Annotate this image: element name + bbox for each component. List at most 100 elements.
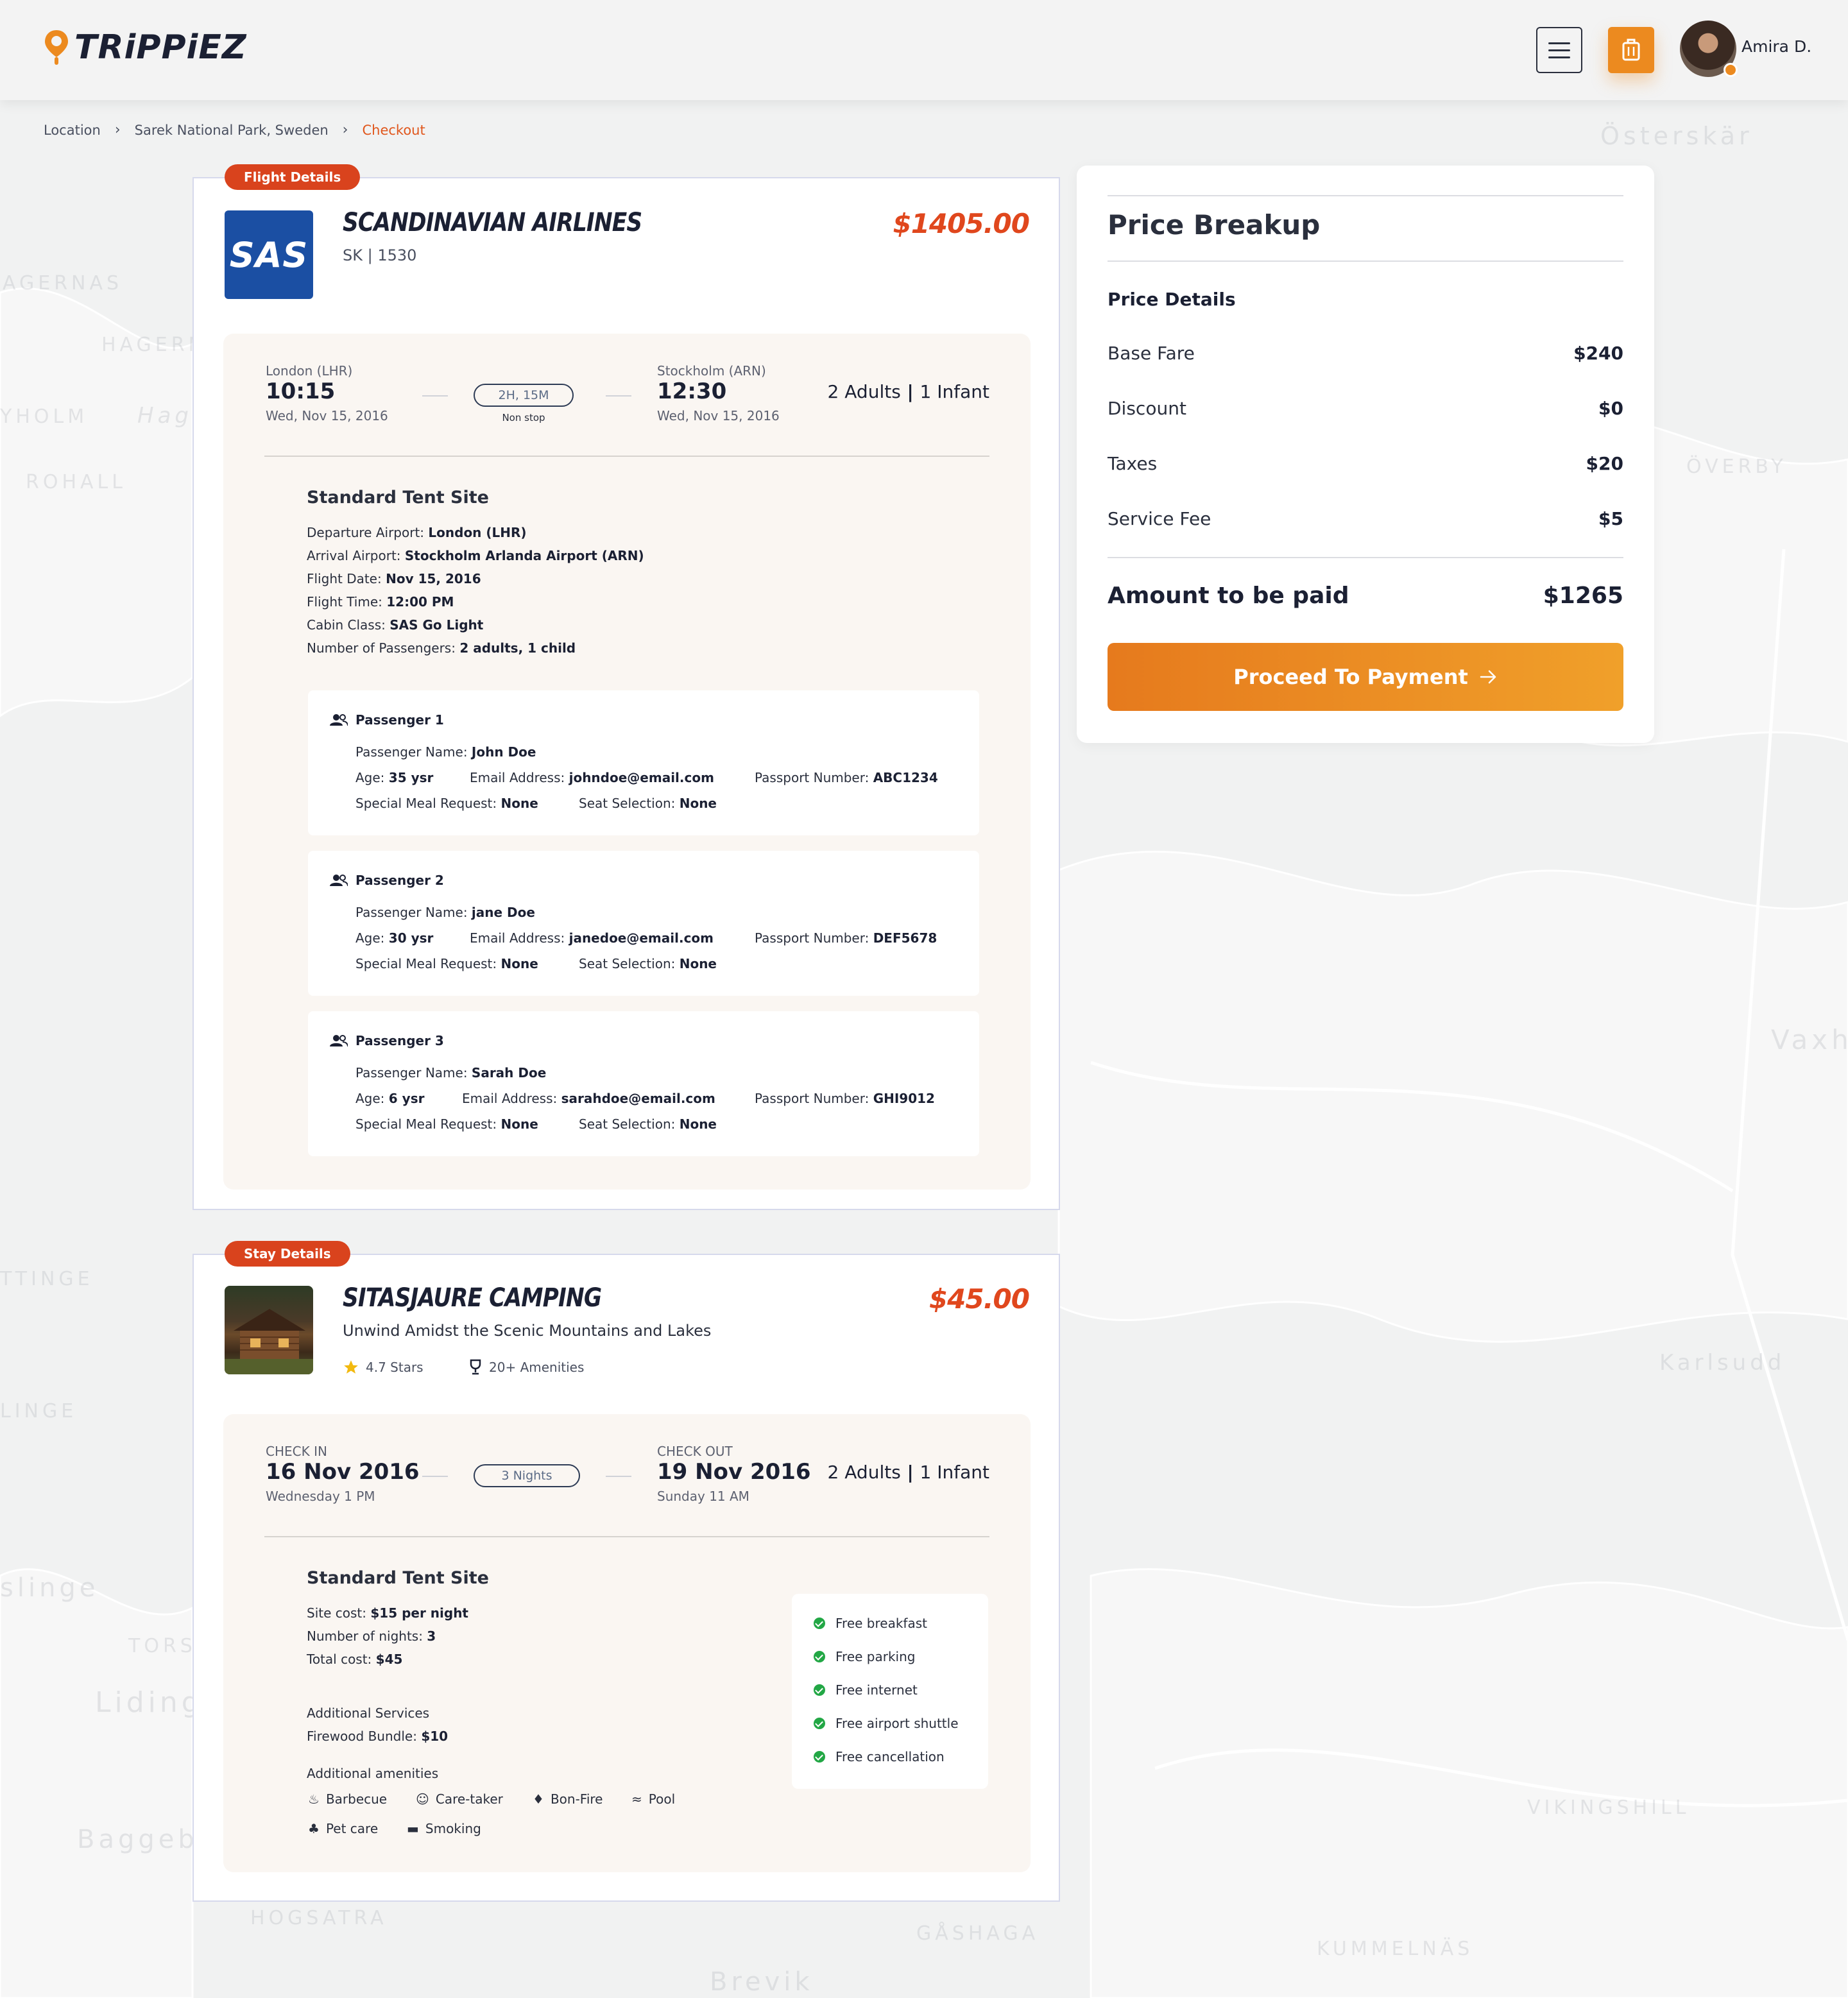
map-label: Karlsudd <box>1659 1350 1786 1376</box>
title-divider <box>1108 260 1623 262</box>
price-breakup-card: Price Breakup Price Details Base Fare $24… <box>1077 166 1654 743</box>
count-separator: | <box>900 381 920 402</box>
hamburger-line <box>1548 49 1570 51</box>
campsite-tagline: Unwind Amidst the Scenic Mountains and L… <box>343 1322 712 1340</box>
passenger-meal: Special Meal Request: None <box>355 956 538 971</box>
luggage-icon <box>1622 38 1640 61</box>
swimming-icon: ≈ <box>631 1791 642 1807</box>
passenger-age: Age: 30 ysr <box>355 930 434 946</box>
chevron-right-icon: › <box>114 122 121 138</box>
price-breakup-title: Price Breakup <box>1108 209 1321 241</box>
passenger-title: Passenger 1 <box>330 712 444 728</box>
arrow-right-icon <box>1480 670 1496 684</box>
route-dash <box>422 395 448 397</box>
breadcrumb-park[interactable]: Sarek National Park, Sweden <box>135 123 329 138</box>
proceed-to-payment-button[interactable]: Proceed To Payment <box>1108 643 1623 711</box>
check-circle-icon <box>814 1751 825 1763</box>
checkout-label: CHECK OUT <box>657 1444 733 1459</box>
users-icon <box>330 875 348 887</box>
map-label: AGERNAS <box>3 272 123 295</box>
total-divider <box>1108 557 1623 558</box>
user-name[interactable]: Amira D. <box>1741 37 1811 56</box>
passenger-name: Passenger Name: John Doe <box>355 744 536 760</box>
flight-info-panel: London (LHR) 10:15 Wed, Nov 15, 2016 2H,… <box>223 334 1031 1190</box>
flight-details-card: SAS SCANDINAVIAN AIRLINES SK | 1530 $140… <box>193 177 1060 1210</box>
map-label: TTINGE <box>0 1268 94 1290</box>
amenity-barbecue: ♨ Barbecue <box>308 1791 388 1807</box>
breadcrumb-location[interactable]: Location <box>44 123 101 138</box>
amenity-smoking: ▬ Smoking <box>407 1821 481 1836</box>
map-label: ÖVERBY <box>1686 456 1787 478</box>
campsite-photo <box>225 1286 313 1374</box>
brand-logo[interactable]: TRiPPiEZ <box>44 28 247 67</box>
check-circle-icon <box>814 1718 825 1729</box>
passenger-passport: Passport Number: ABC1234 <box>755 770 938 785</box>
price-row-base-fare: Base Fare $240 <box>1108 343 1623 364</box>
map-label: HOGSATRA <box>250 1907 388 1929</box>
fire-icon: ♦ <box>533 1791 544 1807</box>
passenger-card: Passenger 3 Passenger Name: Sarah Doe Ag… <box>308 1011 979 1156</box>
passenger-count: 2 Adults | 1 Infant <box>828 381 989 402</box>
route-dash <box>422 1476 448 1477</box>
person-icon: ☺ <box>416 1791 429 1807</box>
free-amenity-item: Free breakfast <box>814 1616 927 1631</box>
users-icon <box>330 714 348 726</box>
infant-count: 1 Infant <box>920 381 989 402</box>
luggage-button[interactable] <box>1608 27 1654 73</box>
detail-line: Flight Time: 12:00 PM <box>307 594 454 610</box>
service-line: Firewood Bundle: $10 <box>307 1729 449 1744</box>
flight-details-tag: Flight Details <box>225 164 361 190</box>
airline-logo: SAS <box>225 210 313 299</box>
map-label: GÅSHAGA <box>916 1922 1040 1945</box>
chevron-right-icon: › <box>342 122 348 138</box>
users-icon <box>330 1035 348 1047</box>
hamburger-line <box>1548 42 1570 44</box>
map-label: KUMMELNÄS <box>1317 1938 1474 1960</box>
passenger-seat: Seat Selection: None <box>579 956 717 971</box>
arrival-time: 12:30 <box>657 379 727 404</box>
hamburger-line <box>1548 56 1570 58</box>
title-divider <box>1108 195 1623 196</box>
smoking-icon: ▬ <box>407 1821 419 1836</box>
departure-city: London (LHR) <box>266 363 353 379</box>
passenger-title: Passenger 3 <box>330 1033 444 1048</box>
detail-line: Number of Passengers: 2 adults, 1 child <box>307 640 576 656</box>
site-title: Standard Tent Site <box>307 1568 489 1588</box>
passenger-email: Email Address: sarahdoe@email.com <box>462 1091 715 1106</box>
cost-line: Total cost: $45 <box>307 1652 403 1667</box>
detail-line: Arrival Airport: Stockholm Arlanda Airpo… <box>307 548 644 563</box>
map-label: Brevik <box>710 1967 814 1997</box>
infant-count: 1 Infant <box>920 1462 989 1483</box>
stay-info-panel: CHECK IN 16 Nov 2016 Wednesday 1 PM 3 Ni… <box>223 1414 1031 1872</box>
total-value: $1265 <box>1543 583 1623 609</box>
star-icon <box>344 1360 358 1374</box>
site-title: Standard Tent Site <box>307 488 489 508</box>
stay-details-tag: Stay Details <box>225 1241 350 1267</box>
checkin-label: CHECK IN <box>266 1444 327 1459</box>
flight-duration: 2H, 15M <box>474 384 574 407</box>
count-separator: | <box>900 1462 920 1483</box>
departure-time: 10:15 <box>266 379 336 404</box>
brand-logo-text: TRiPPiEZ <box>74 28 247 67</box>
amount-to-pay: Amount to be paid $1265 <box>1108 583 1623 609</box>
passenger-passport: Passport Number: GHI9012 <box>755 1091 935 1106</box>
top-header: TRiPPiEZ Amira D. <box>0 0 1848 100</box>
free-amenity-item: Free airport shuttle <box>814 1716 959 1731</box>
cabin-illustration <box>225 1309 313 1374</box>
airline-name: SCANDINAVIAN AIRLINES <box>343 208 642 237</box>
airline-logo-text: SAS <box>229 234 309 275</box>
amenity-bon-fire: ♦ Bon-Fire <box>533 1791 603 1807</box>
price-details-subtitle: Price Details <box>1108 289 1236 310</box>
passenger-card: Passenger 2 Passenger Name: jane Doe Age… <box>308 851 979 996</box>
check-circle-icon <box>814 1684 825 1696</box>
grill-icon: ♨ <box>308 1791 320 1807</box>
map-label: Hag <box>137 403 193 429</box>
total-label: Amount to be paid <box>1108 583 1349 609</box>
flight-price: $1405.00 <box>893 208 1030 239</box>
cost-line: Number of nights: 3 <box>307 1628 436 1644</box>
map-label: slinge <box>0 1573 99 1603</box>
amenity-care-taker: ☺ Care-taker <box>416 1791 503 1807</box>
map-label: LINGE <box>0 1400 78 1422</box>
hamburger-menu-button[interactable] <box>1536 27 1582 73</box>
nights-count: 3 Nights <box>474 1464 580 1487</box>
